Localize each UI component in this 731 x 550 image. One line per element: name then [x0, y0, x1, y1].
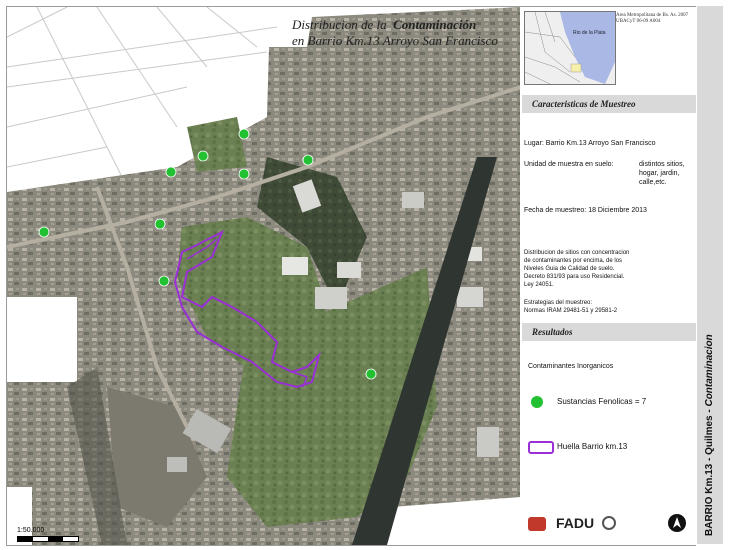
locator-note: Area Metropolitana de Bs. As. 2007 UBACy… — [616, 13, 696, 25]
results-header: Resultados — [522, 323, 696, 341]
map-title-line1: Distribucion de la — [292, 17, 387, 32]
unidad-value: distintos sitios, — [639, 161, 685, 168]
side-title-strip: BARRIO Km.13 - Quilmes - Contaminacion — [697, 6, 723, 544]
scale-bar: 1:50.000 — [17, 527, 79, 542]
poster-frame: Distribucion de la Contaminación en Barr… — [0, 0, 731, 550]
lugar-text: Lugar: Barrio Km.13 Arroyo San Francisco — [524, 140, 656, 147]
sample-point — [302, 154, 314, 166]
estrategias-text: Estrategias del muestreo: Normas IRAM 29… — [524, 299, 617, 315]
map-title-line2: en Barrio Km.13 Arroyo San Francisco — [292, 33, 498, 48]
map-title: Distribucion de la Contaminación en Barr… — [292, 17, 498, 49]
distribucion-line: Distribucion de sitios con concentracion — [524, 250, 630, 256]
satellite-map[interactable]: Distribucion de la Contaminación en Barr… — [6, 6, 522, 546]
sample-point — [197, 150, 209, 162]
sample-point — [38, 226, 50, 238]
sample-point — [238, 168, 250, 180]
distribucion-line: Ley 24051. — [524, 282, 554, 288]
estrategias-line: Estrategias del muestreo: — [524, 300, 593, 306]
estrategias-line: Normas IRAM 29481-51 y 29581-2 — [524, 308, 618, 314]
north-arrow-icon — [668, 514, 686, 532]
legend-footprint-label: Huella Barrio km.13 — [557, 442, 628, 451]
locator-map: Rio de la Plata — [524, 11, 616, 85]
side-title: BARRIO Km.13 - Quilmes - Contaminacion — [704, 334, 716, 536]
distribucion-text: Distribucion de sitios con concentracion… — [524, 249, 629, 289]
side-title-main: BARRIO Km.13 - Quilmes - — [704, 406, 715, 536]
contaminants-label: Contaminantes Inorganicos — [528, 363, 614, 370]
fadu-logo: FADU — [556, 515, 595, 531]
map-canvas — [7, 7, 521, 545]
seal-icon — [602, 516, 616, 530]
distribucion-line: de contaminantes por encima, de los — [524, 258, 623, 264]
sample-point — [365, 368, 377, 380]
unidad-label: Unidad de muestra en suelo: — [524, 161, 614, 168]
distribucion-line: Decreto 831/93 para uso Residencial. — [524, 274, 625, 280]
legend-footprint-swatch — [528, 441, 554, 454]
map-title-emphasis: Contaminación — [393, 17, 477, 32]
side-title-emphasis: Contaminacion — [704, 334, 715, 407]
info-panel: Rio de la Plata Area Metropolitana de Bs… — [520, 6, 696, 546]
distribucion-line: Niveles Guia de Calidad de suelo. — [524, 266, 615, 272]
locator-svg — [525, 12, 615, 84]
unidad-value: calle,etc. — [639, 179, 667, 186]
legend-points-label: Sustancias Fenolicas = 7 — [557, 397, 647, 406]
characteristics-header: Caracteristicas de Muestreo — [522, 95, 696, 113]
locator-note-line2: UBACyT 06-09 A004 — [616, 19, 661, 24]
water-label: Rio de la Plata — [573, 30, 606, 36]
university-logo — [528, 517, 546, 531]
sample-point — [154, 218, 166, 230]
sample-point — [238, 128, 250, 140]
legend-points-dot — [531, 396, 543, 408]
unidad-value: hogar, jardin, — [639, 170, 680, 177]
sample-point — [165, 166, 177, 178]
fecha-text: Fecha de muestreo: 18 Diciembre 2013 — [524, 207, 647, 214]
sample-point — [158, 275, 170, 287]
unidad-values: distintos sitios, hogar, jardin, calle,e… — [639, 160, 685, 187]
scale-label: 1:50.000 — [17, 527, 45, 534]
